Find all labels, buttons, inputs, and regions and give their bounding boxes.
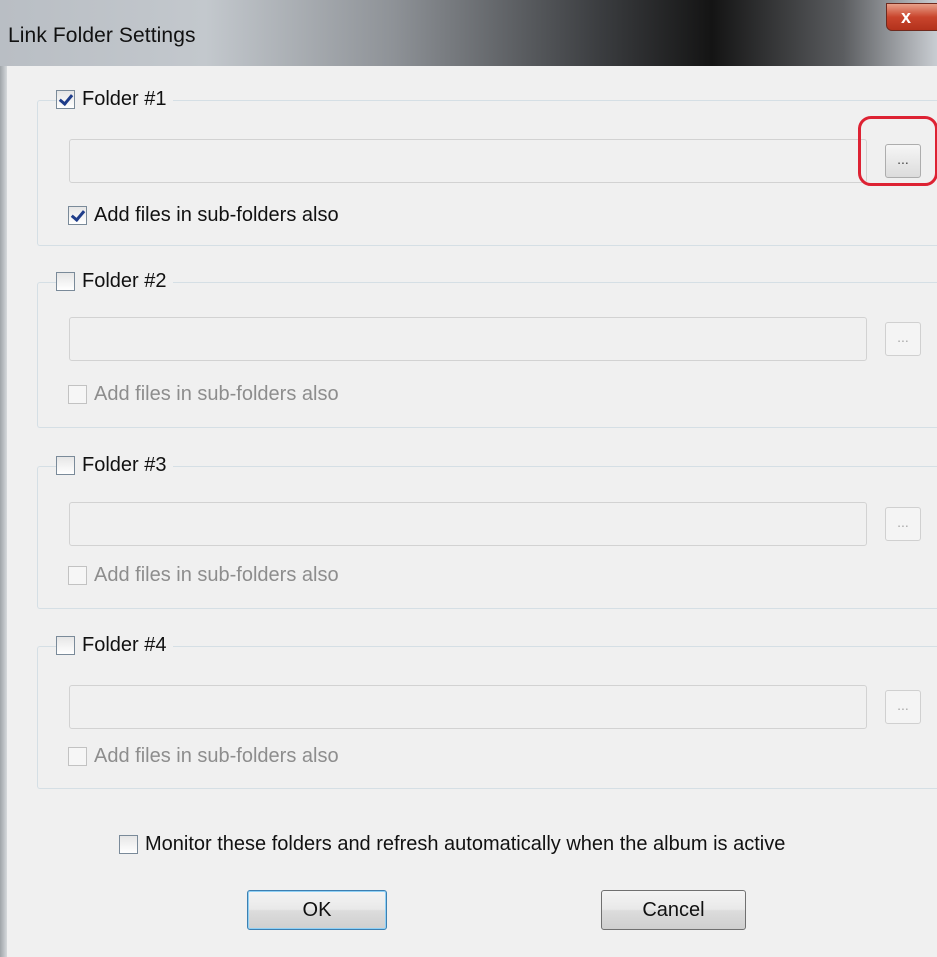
folder-2-subfolders-option[interactable]: Add files in sub-folders also	[68, 383, 339, 406]
folder-2-path-input[interactable]	[69, 317, 867, 361]
monitor-label: Monitor these folders and refresh automa…	[145, 833, 786, 855]
folder-3-checkbox[interactable]	[56, 456, 75, 475]
monitor-checkbox[interactable]	[119, 835, 138, 854]
folder-2-label: Folder #2	[82, 270, 167, 292]
folder-4-label: Folder #4	[82, 634, 167, 656]
folder-4-browse-button[interactable]: ...	[885, 690, 921, 724]
link-folder-settings-dialog: Link Folder Settings x Folder #1 ... Add…	[0, 0, 937, 957]
folder-1-label: Folder #1	[82, 88, 167, 110]
folder-1-subfolders-label: Add files in sub-folders also	[94, 204, 339, 226]
cancel-button[interactable]: Cancel	[601, 890, 746, 930]
folder-3-path-input[interactable]	[69, 502, 867, 546]
close-icon: x	[901, 7, 912, 27]
folder-1-group: Folder #1 ... Add files in sub-folders a…	[37, 88, 937, 246]
folder-3-label: Folder #3	[82, 454, 167, 476]
folder-3-group: Folder #3 ... Add files in sub-folders a…	[37, 454, 937, 609]
folder-2-subfolders-label: Add files in sub-folders also	[94, 383, 339, 405]
folder-1-path-input[interactable]	[69, 139, 867, 183]
window-title: Link Folder Settings	[8, 24, 196, 47]
folder-2-header: Folder #2	[56, 270, 173, 293]
folder-3-header: Folder #3	[56, 454, 173, 477]
window-frame-edge	[0, 66, 7, 957]
folder-4-subfolders-label: Add files in sub-folders also	[94, 745, 339, 767]
folder-4-subfolders-option[interactable]: Add files in sub-folders also	[68, 745, 339, 768]
folder-4-path-input[interactable]	[69, 685, 867, 729]
close-button[interactable]: x	[886, 3, 937, 31]
folder-1-header: Folder #1	[56, 88, 173, 111]
folder-3-subfolders-label: Add files in sub-folders also	[94, 564, 339, 586]
folder-4-group: Folder #4 ... Add files in sub-folders a…	[37, 634, 937, 789]
folder-3-subfolders-checkbox[interactable]	[68, 566, 87, 585]
dialog-body: Folder #1 ... Add files in sub-folders a…	[7, 66, 937, 957]
folder-2-checkbox[interactable]	[56, 272, 75, 291]
ok-button[interactable]: OK	[247, 890, 387, 930]
folder-4-subfolders-checkbox[interactable]	[68, 747, 87, 766]
folder-3-browse-button[interactable]: ...	[885, 507, 921, 541]
folder-2-subfolders-checkbox[interactable]	[68, 385, 87, 404]
folder-4-checkbox[interactable]	[56, 636, 75, 655]
folder-2-group: Folder #2 ... Add files in sub-folders a…	[37, 270, 937, 428]
monitor-option[interactable]: Monitor these folders and refresh automa…	[119, 833, 785, 856]
folder-1-subfolders-option[interactable]: Add files in sub-folders also	[68, 204, 339, 227]
folder-4-header: Folder #4	[56, 634, 173, 657]
folder-1-checkbox[interactable]	[56, 90, 75, 109]
folder-1-subfolders-checkbox[interactable]	[68, 206, 87, 225]
folder-3-subfolders-option[interactable]: Add files in sub-folders also	[68, 564, 339, 587]
folder-2-browse-button[interactable]: ...	[885, 322, 921, 356]
title-bar[interactable]: Link Folder Settings x	[0, 0, 937, 66]
highlight-annotation	[858, 116, 937, 186]
